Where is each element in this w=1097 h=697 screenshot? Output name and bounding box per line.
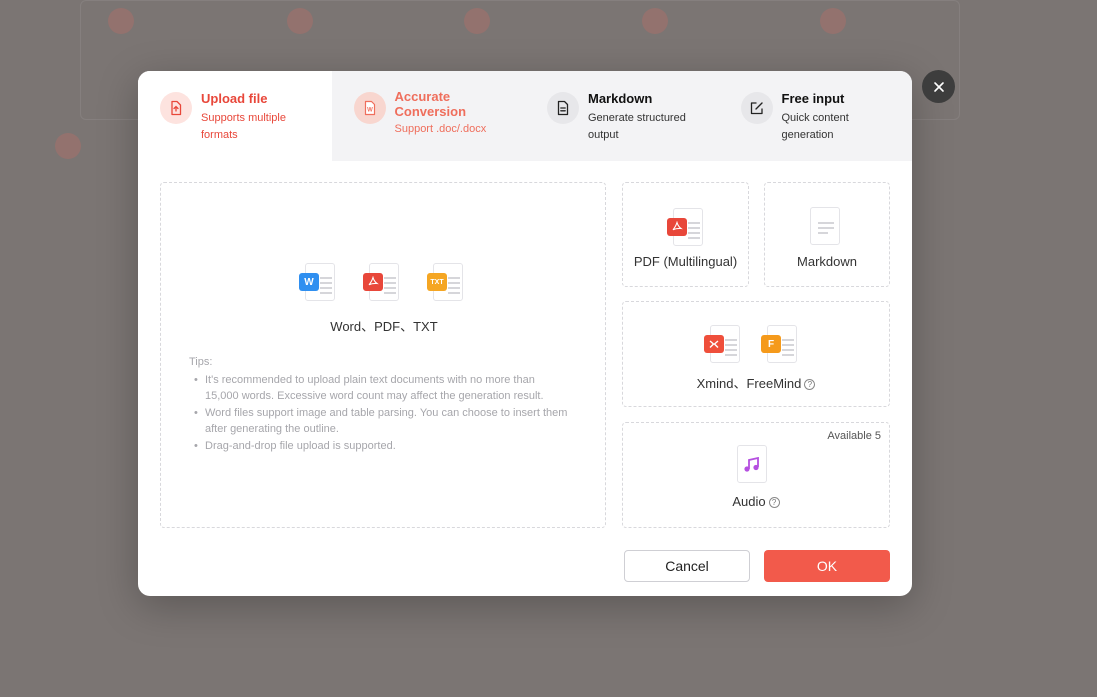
- tips-title: Tips:: [189, 356, 213, 368]
- xmind-file-icon: [704, 325, 742, 365]
- markdown-file-icon: [805, 207, 843, 247]
- word-doc-icon: W: [353, 92, 386, 124]
- tips: Tips: It's recommended to upload plain t…: [189, 354, 569, 454]
- background-dot: [108, 8, 134, 34]
- background-dot: [55, 133, 81, 159]
- tab-subtitle: Support .doc/.docx: [394, 123, 487, 135]
- supported-formats-label: Word、PDF、TXT: [330, 319, 438, 334]
- file-drop-zone[interactable]: W TXT Word、PDF、TXT Tips: It's recommende…: [160, 182, 606, 528]
- available-count: Available 5: [827, 430, 881, 442]
- background-dot: [287, 8, 313, 34]
- background-dot: [642, 8, 668, 34]
- card-label: Markdown: [797, 254, 857, 269]
- document-icon: [547, 92, 579, 124]
- audio-import-card[interactable]: Available 5 Audio?: [622, 422, 890, 528]
- upload-file-icon: [160, 92, 192, 124]
- tab-subtitle: Generate structured output: [588, 112, 686, 141]
- file-type-icons: W TXT: [299, 263, 465, 303]
- tab-free-input[interactable]: Free input Quick content generation: [719, 71, 913, 161]
- ok-button[interactable]: OK: [764, 550, 890, 582]
- freemind-file-icon: F: [761, 325, 799, 365]
- tab-subtitle: Quick content generation: [781, 112, 849, 141]
- card-label: Audio: [732, 494, 766, 509]
- card-label-row: Audio?: [623, 494, 889, 509]
- pdf-file-icon: [667, 208, 705, 248]
- pdf-import-card[interactable]: PDF (Multilingual): [622, 182, 749, 287]
- markdown-import-card[interactable]: Markdown: [764, 182, 890, 287]
- tab-upload-file[interactable]: Upload file Supports multiple formats: [138, 71, 332, 161]
- tab-title: Markdown: [588, 91, 653, 106]
- background-dot: [464, 8, 490, 34]
- tips-list: It's recommended to upload plain text do…: [189, 372, 569, 455]
- tip-item: Drag-and-drop file upload is supported.: [189, 438, 569, 455]
- card-label-row: Xmind、FreeMind?: [623, 373, 889, 392]
- music-note-icon: [743, 456, 761, 478]
- svg-text:W: W: [367, 108, 373, 114]
- tab-markdown[interactable]: Markdown Generate structured output: [525, 71, 719, 161]
- tab-title: Free input: [781, 91, 845, 106]
- pdf-file-icon: [363, 263, 401, 303]
- tab-accurate-conversion[interactable]: W Accurate Conversion Support .doc/.docx: [332, 71, 526, 161]
- tab-subtitle: Supports multiple formats: [201, 112, 286, 141]
- audio-file-icon: [733, 445, 771, 485]
- close-dialog-button[interactable]: [922, 70, 955, 103]
- tip-item: Word files support image and table parsi…: [189, 405, 569, 438]
- mode-tabs: Upload file Supports multiple formats W …: [138, 71, 912, 161]
- background-dot: [820, 8, 846, 34]
- edit-icon: [740, 92, 773, 124]
- txt-file-icon: TXT: [427, 263, 465, 303]
- word-file-icon: W: [299, 263, 337, 303]
- xmind-import-card[interactable]: F Xmind、FreeMind?: [622, 301, 890, 407]
- help-icon[interactable]: ?: [768, 497, 780, 508]
- tab-title: Accurate Conversion: [394, 89, 467, 119]
- tip-item: It's recommended to upload plain text do…: [189, 372, 569, 405]
- close-icon: [933, 81, 944, 92]
- cancel-button[interactable]: Cancel: [624, 550, 750, 582]
- tab-title: Upload file: [201, 91, 268, 106]
- import-dialog: Upload file Supports multiple formats W …: [138, 71, 912, 596]
- card-label: Xmind、FreeMind: [696, 376, 802, 391]
- card-label: PDF (Multilingual): [633, 254, 738, 269]
- help-icon[interactable]: ?: [804, 379, 816, 390]
